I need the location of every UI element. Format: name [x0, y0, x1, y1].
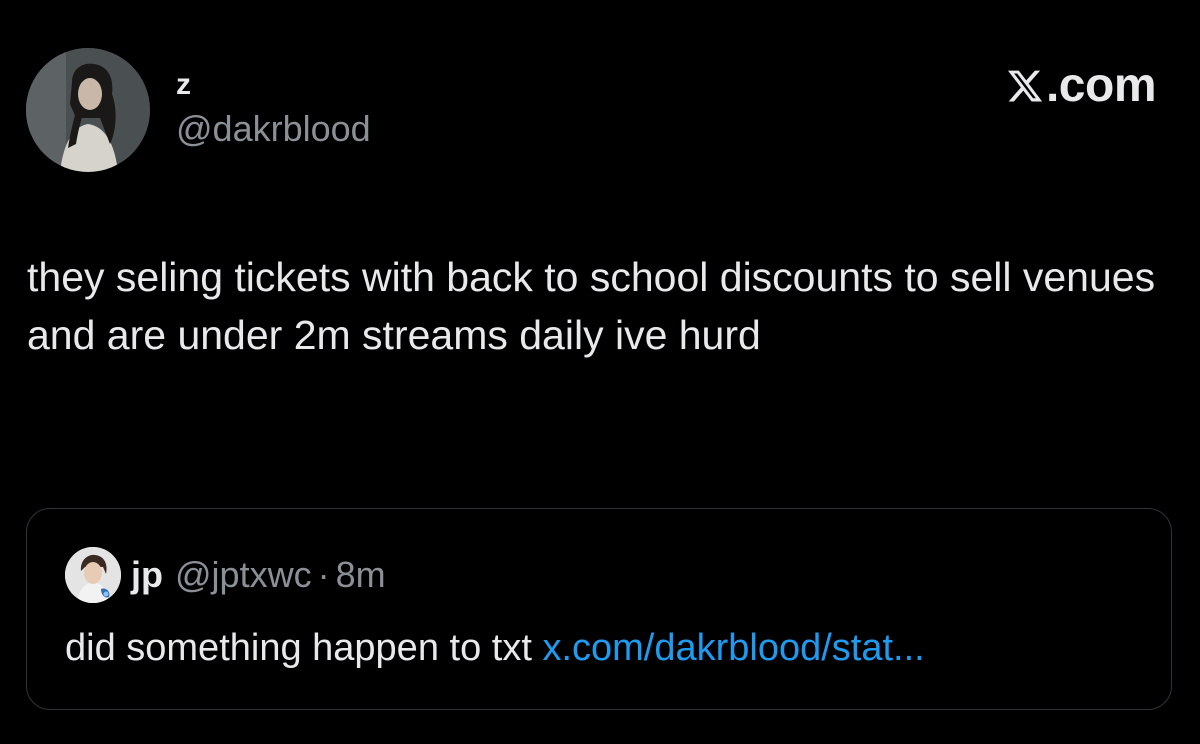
profile-photo-icon [65, 547, 121, 603]
x-logo-icon [1007, 70, 1043, 102]
author-display-name[interactable]: z [176, 65, 371, 105]
quoted-tweet-card[interactable]: jp @jptxwc · 8m did something happen to … [26, 508, 1172, 710]
quoted-tweet-link[interactable]: x.com/dakrblood/stat... [542, 627, 924, 669]
quoted-tweet-body: did something happen to txt x.com/dakrbl… [65, 627, 925, 670]
quoted-tweet-header: jp @jptxwc · 8m [65, 547, 386, 603]
tweet-text: they seling tickets with back to school … [27, 254, 1156, 358]
quoted-tweet-timestamp[interactable]: 8m [336, 554, 386, 596]
quoted-tweet-text: did something happen to txt [65, 627, 532, 669]
quoted-author-avatar[interactable] [65, 547, 121, 603]
quoted-author-display-name[interactable]: jp [131, 554, 163, 596]
author-avatar[interactable] [26, 48, 150, 172]
tweet-header: z @dakrblood [26, 48, 371, 172]
brand-watermark: .com [1005, 58, 1157, 114]
profile-photo-icon [26, 48, 150, 172]
separator-dot: · [317, 554, 330, 595]
quoted-author-handle[interactable]: @jptxwc [175, 554, 312, 596]
brand-text: .com [1045, 59, 1157, 112]
author-handle[interactable]: @dakrblood [176, 107, 371, 151]
